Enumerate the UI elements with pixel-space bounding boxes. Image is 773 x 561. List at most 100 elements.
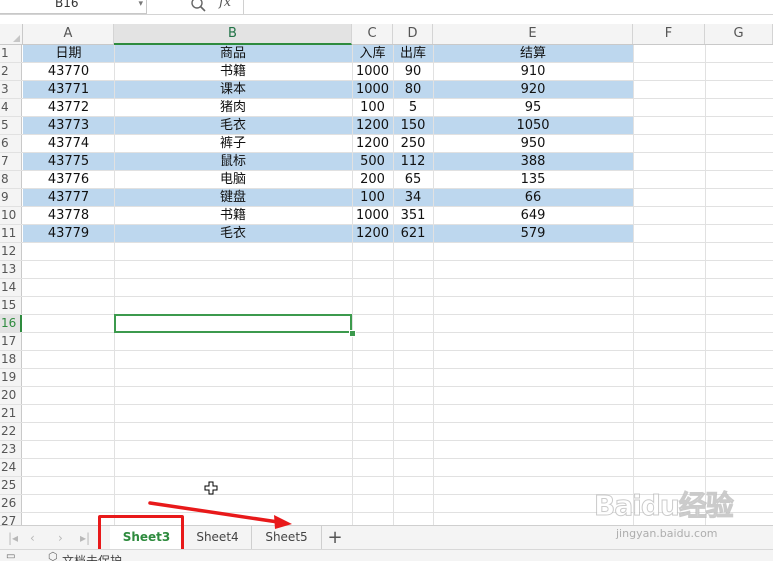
cell-in[interactable]: 1200 (352, 117, 393, 134)
cell-settle[interactable]: 66 (433, 189, 633, 206)
row-header[interactable]: 4 (0, 99, 22, 116)
cell-out[interactable]: 90 (393, 63, 433, 80)
header-cell-out[interactable]: 出库 (393, 45, 433, 62)
cell-settle[interactable]: 920 (433, 81, 633, 98)
cell-out[interactable]: 150 (393, 117, 433, 134)
cell-date[interactable]: 43771 (23, 81, 114, 98)
cell-product[interactable]: 书籍 (114, 207, 352, 224)
row-header[interactable]: 12 (0, 243, 22, 260)
header-cell-product[interactable]: 商品 (114, 45, 352, 62)
cell-date[interactable]: 43773 (23, 117, 114, 134)
row-header[interactable]: 9 (0, 189, 22, 206)
cell-in[interactable]: 100 (352, 189, 393, 206)
sheet-grid[interactable]: 1 日期 商品 入库 出库 结算 2 43770 书籍 1000 90 910 … (0, 45, 773, 525)
name-box[interactable]: B16 ▾ (0, 0, 147, 14)
prev-sheet-icon[interactable]: ‹ (30, 531, 35, 545)
cell-date[interactable]: 43776 (23, 171, 114, 188)
row-header[interactable]: 20 (0, 387, 22, 404)
row-header[interactable]: 14 (0, 279, 22, 296)
cell-in[interactable]: 1000 (352, 207, 393, 224)
cell-out[interactable]: 112 (393, 153, 433, 170)
cell-product[interactable]: 裤子 (114, 135, 352, 152)
cell-settle[interactable]: 388 (433, 153, 633, 170)
row-header[interactable]: 24 (0, 459, 22, 476)
row-header[interactable]: 23 (0, 441, 22, 458)
cell-settle[interactable]: 950 (433, 135, 633, 152)
row-header[interactable]: 1 (0, 45, 22, 62)
row-header[interactable]: 27 (0, 513, 22, 525)
row-header[interactable]: 13 (0, 261, 22, 278)
cell-out[interactable]: 351 (393, 207, 433, 224)
cell-out[interactable]: 250 (393, 135, 433, 152)
zoom-icon[interactable] (190, 0, 206, 12)
header-cell-settle[interactable]: 结算 (433, 45, 633, 62)
cell-product[interactable]: 键盘 (114, 189, 352, 206)
row-header[interactable]: 25 (0, 477, 22, 494)
row-header[interactable]: 5 (0, 117, 22, 134)
column-header-c[interactable]: C (352, 24, 393, 44)
cell-date[interactable]: 43778 (23, 207, 114, 224)
row-header[interactable]: 7 (0, 153, 22, 170)
row-header[interactable]: 3 (0, 81, 22, 98)
next-sheet-icon[interactable]: › (58, 531, 63, 545)
first-sheet-icon[interactable]: |◂ (8, 531, 18, 545)
column-header-a[interactable]: A (23, 24, 114, 44)
cell-out[interactable]: 621 (393, 225, 433, 242)
fill-handle[interactable] (349, 330, 356, 337)
cell-out[interactable]: 5 (393, 99, 433, 116)
cell-product[interactable]: 书籍 (114, 63, 352, 80)
row-header[interactable]: 21 (0, 405, 22, 422)
row-header[interactable]: 18 (0, 351, 22, 368)
cell-date[interactable]: 43772 (23, 99, 114, 116)
cell-out[interactable]: 34 (393, 189, 433, 206)
cell-settle[interactable]: 649 (433, 207, 633, 224)
cell-in[interactable]: 1000 (352, 81, 393, 98)
row-header[interactable]: 10 (0, 207, 22, 224)
cell-in[interactable]: 500 (352, 153, 393, 170)
cell-date[interactable]: 43774 (23, 135, 114, 152)
row-header[interactable]: 6 (0, 135, 22, 152)
column-header-b[interactable]: B (114, 24, 352, 45)
row-header[interactable]: 15 (0, 297, 22, 314)
cell-product[interactable]: 毛衣 (114, 117, 352, 134)
tab-sheet4[interactable]: Sheet4 (184, 526, 252, 549)
add-sheet-icon[interactable]: + (325, 527, 345, 549)
cell-in[interactable]: 200 (352, 171, 393, 188)
cell-settle[interactable]: 579 (433, 225, 633, 242)
cell-date[interactable]: 43779 (23, 225, 114, 242)
last-sheet-icon[interactable]: ▸| (80, 531, 90, 545)
cell-settle[interactable]: 1050 (433, 117, 633, 134)
header-cell-in[interactable]: 入库 (352, 45, 393, 62)
row-header-selected[interactable]: 16 (0, 315, 22, 332)
cell-out[interactable]: 65 (393, 171, 433, 188)
cell-settle[interactable]: 95 (433, 99, 633, 116)
select-all-corner[interactable] (0, 24, 23, 44)
cell-in[interactable]: 100 (352, 99, 393, 116)
cell-in[interactable]: 1000 (352, 63, 393, 80)
cell-date[interactable]: 43770 (23, 63, 114, 80)
column-header-e[interactable]: E (433, 24, 633, 44)
row-header[interactable]: 8 (0, 171, 22, 188)
header-cell-date[interactable]: 日期 (23, 45, 114, 62)
cell-in[interactable]: 1200 (352, 225, 393, 242)
cell-out[interactable]: 80 (393, 81, 433, 98)
row-header[interactable]: 17 (0, 333, 22, 350)
cell-in[interactable]: 1200 (352, 135, 393, 152)
cell-date[interactable]: 43777 (23, 189, 114, 206)
cell-settle[interactable]: 135 (433, 171, 633, 188)
cell-product[interactable]: 毛衣 (114, 225, 352, 242)
cell-date[interactable]: 43775 (23, 153, 114, 170)
row-header[interactable]: 2 (0, 63, 22, 80)
row-header[interactable]: 22 (0, 423, 22, 440)
row-header[interactable]: 19 (0, 369, 22, 386)
cell-product[interactable]: 猪肉 (114, 99, 352, 116)
row-header[interactable]: 26 (0, 495, 22, 512)
column-header-f[interactable]: F (633, 24, 705, 44)
tab-sheet5[interactable]: Sheet5 (252, 526, 322, 549)
column-header-d[interactable]: D (393, 24, 433, 44)
cell-product[interactable]: 鼠标 (114, 153, 352, 170)
cell-product[interactable]: 电脑 (114, 171, 352, 188)
row-header[interactable]: 11 (0, 225, 22, 242)
chevron-down-icon[interactable]: ▾ (138, 0, 143, 10)
column-header-g[interactable]: G (705, 24, 773, 44)
